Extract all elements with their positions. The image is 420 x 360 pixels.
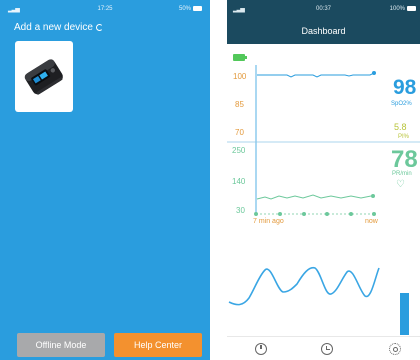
tab-history-clock-icon[interactable] [321, 343, 333, 355]
dashboard-screen: ▂▃▅ 00:37 100% Dashboard 100 85 70 250 1… [227, 0, 420, 360]
battery-icon [407, 6, 416, 11]
offline-mode-button[interactable]: Offline Mode [17, 333, 105, 357]
tab-dashboard-gauge-icon[interactable] [255, 343, 267, 355]
pr-value: 78 [391, 146, 418, 173]
spo2-unit: SpO2% [391, 101, 412, 107]
pr-axis-tick: 250 [232, 146, 246, 155]
battery-status: 50% [179, 6, 202, 12]
pulse-intensity-bar [400, 293, 409, 335]
heart-icon: ♡ [396, 179, 405, 190]
battery-icon [193, 6, 202, 11]
spo2-axis-tick: 70 [235, 128, 244, 137]
spo2-trend-line [257, 71, 376, 78]
time-axis-end: now [365, 218, 378, 225]
page-title: Add a new device [14, 22, 103, 33]
header-title: Dashboard [301, 26, 346, 36]
pulse-oximeter-icon [24, 58, 63, 95]
help-center-button[interactable]: Help Center [114, 333, 202, 357]
tab-bar [227, 336, 420, 360]
pr-unit: PR/min [392, 171, 412, 177]
add-device-screen: ▂▃▅ 17:25 50% Add a new device Offline M… [0, 0, 210, 360]
screenshot-stage: ▂▃▅ 17:25 50% Add a new device Offline M… [0, 0, 420, 360]
header-bar: ▂▃▅ 00:37 100% Dashboard [227, 0, 420, 44]
battery-status: 100% [390, 6, 416, 12]
battery-percent: 100% [389, 6, 405, 13]
pi-value: 5.8 [394, 122, 407, 132]
time-axis-start: 7 min ago [253, 218, 284, 225]
pleth-waveform [228, 266, 380, 306]
spo2-value: 98 [393, 76, 417, 99]
status-bar: ▂▃▅ 17:25 50% [0, 0, 210, 22]
status-bar: ▂▃▅ 00:37 100% [227, 0, 420, 22]
spo2-axis-tick: 85 [235, 100, 244, 109]
page-title-text: Add a new device [14, 22, 93, 33]
tab-settings-gear-icon[interactable] [389, 343, 401, 355]
device-card-oximeter[interactable] [15, 41, 73, 112]
battery-percent: 50% [178, 6, 191, 13]
pi-unit: PI% [398, 134, 410, 140]
loading-spinner-icon [95, 24, 103, 31]
